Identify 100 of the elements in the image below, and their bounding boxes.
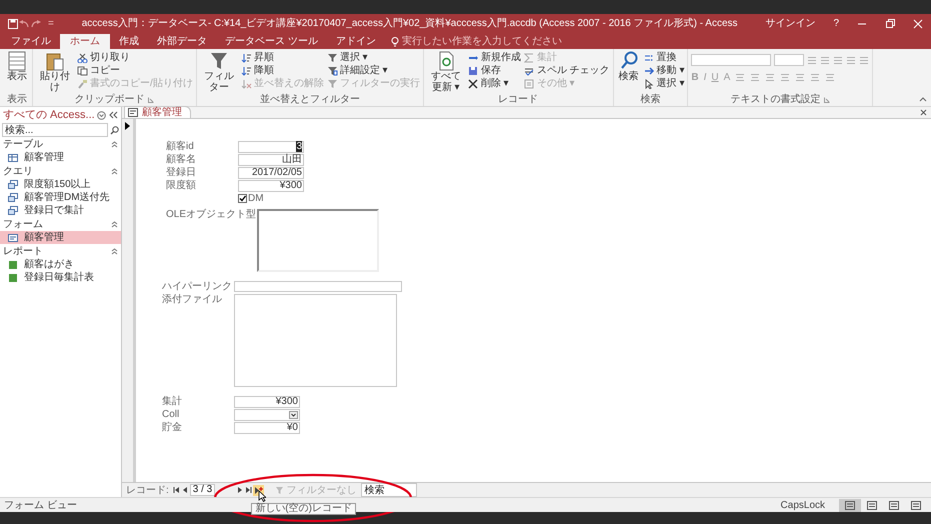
group-label: クリップボード [74,95,144,105]
ribbon-button[interactable]: すべて更新 ▾ [426,51,465,93]
ribbon-tab[interactable]: アドイン [326,34,385,49]
ribbon-button[interactable]: 選択 ▾ [644,77,684,90]
nav-item[interactable]: 登録日毎集計表 [0,271,121,284]
highlighter-icon[interactable] [735,73,746,82]
ribbon-tab[interactable]: 作成 [110,34,148,49]
field-label: ハイパーリンク [162,281,233,293]
ole-object-frame[interactable] [257,209,380,272]
text-field[interactable]: ¥300 [234,396,300,408]
text-field[interactable]: 2017/02/05 [238,167,304,179]
ribbon-button[interactable]: 検索 [616,51,641,82]
sign-in-link[interactable]: サインイン [765,16,816,31]
lightbulb-icon [390,36,399,46]
customize-button[interactable]: = [48,16,54,31]
gridlines-icon[interactable] [825,73,836,82]
field-label: 集計 [162,396,183,408]
ribbon-tab[interactable]: ファイル [2,34,60,49]
align-right-icon[interactable] [795,73,806,82]
collapse-ribbon-icon[interactable] [919,96,927,102]
layout-view-icon [889,500,899,510]
redo-icon[interactable] [30,18,42,28]
ribbon-tab[interactable]: ホーム [60,34,110,49]
text-field[interactable]: 山田 [238,154,304,166]
dialog-launcher-icon[interactable] [148,97,154,103]
group-label: 検索 [640,95,660,105]
record-position-field[interactable]: 3 / 3 [190,484,216,496]
datasheet-view-icon [867,500,877,510]
ribbon-button[interactable]: 移動 ▾ [644,64,684,77]
dialog-launcher-icon[interactable] [824,97,830,103]
ribbon-button[interactable]: スペル チェック [524,64,610,77]
ribbon-button[interactable]: 選択 ▾ [326,51,420,64]
ribbon-button[interactable]: 貼り付け [36,51,74,93]
ribbon-button[interactable]: 昇順 [240,51,324,64]
dropdown-circle-icon[interactable] [96,110,106,120]
ribbon-button[interactable]: 切り取り [77,51,193,64]
double-chevron-up-icon[interactable] [111,141,118,148]
funnel-icon [275,486,284,494]
nav-section-header[interactable]: フォーム [3,217,43,232]
tell-me-field[interactable]: 実行したい作業を入力してください [402,34,572,48]
combo-box[interactable] [234,409,300,421]
sort-icon [240,66,252,76]
double-chevron-up-icon[interactable] [111,221,118,228]
funnel-icon [210,51,228,71]
ribbon-button[interactable]: 表示 [5,51,29,82]
nav-item[interactable]: 顧客管理 [0,231,121,244]
text-field[interactable]: ¥300 [238,180,304,192]
form-view-icon [845,500,855,510]
delete-icon [468,78,479,88]
align-left-icon[interactable] [765,73,776,82]
hyperlink-field[interactable] [234,281,402,292]
nav-item[interactable]: 顧客はがき [0,258,121,271]
paragraph-direction-icon[interactable] [859,56,870,64]
ribbon-button[interactable]: コピー [77,64,193,77]
nav-item[interactable]: 限度額150以上 [0,178,121,191]
indent-increase-icon[interactable] [846,56,856,64]
ribbon-button[interactable]: 詳細設定 ▾ [326,64,420,77]
numbered-list-icon[interactable] [820,56,830,64]
ribbon-button[interactable]: 降順 [240,64,324,77]
nav-search-field[interactable]: 検索... [2,123,108,137]
nav-item[interactable]: 登録日で集計 [0,204,121,217]
ribbon-button[interactable]: 保存 [468,64,521,77]
record-selector-icon [125,122,130,130]
checkbox[interactable] [238,194,247,203]
tooltip: 新しい(空の)レコード [251,502,356,514]
shading-icon[interactable] [810,73,820,82]
nav-section-header[interactable]: クエリ [3,164,33,179]
record-search-field[interactable]: 検索 [361,483,418,497]
nav-item[interactable]: 顧客管理DM送付先 [0,191,121,204]
arrow-icon [644,66,655,76]
attachment-field[interactable] [234,294,397,387]
align-center-icon[interactable] [780,73,790,82]
indent-decrease-icon[interactable] [833,56,844,64]
search-icon [110,126,119,134]
ribbon-button[interactable]: 置換 [644,51,684,64]
ribbon-button[interactable]: 削除 ▾ [468,77,521,90]
restore-icon[interactable] [885,18,895,28]
nav-section-header[interactable]: テーブル [3,137,43,152]
ribbon-tab[interactable]: データベース ツール [216,34,327,49]
nav-section-header[interactable]: レポート [3,244,43,259]
ribbon-button[interactable]: フィルター [200,51,238,93]
text-field[interactable]: 3 [238,141,304,153]
undo-icon[interactable] [18,18,30,28]
help-button[interactable]: ? [833,16,839,31]
close-icon[interactable] [920,109,927,116]
ribbon-button[interactable]: 新規作成 [468,51,521,64]
text-field[interactable]: ¥0 [234,422,300,434]
paint-bucket-icon[interactable] [750,73,760,82]
ribbon-tab[interactable]: 外部データ [148,34,216,49]
view-button[interactable] [839,498,861,512]
group-label: 表示 [7,95,27,105]
table-icon [8,152,18,162]
collapse-pane-icon[interactable] [108,111,118,119]
field-label: 登録日 [166,167,197,179]
double-chevron-up-icon[interactable] [111,168,118,175]
save-icon[interactable] [8,18,18,28]
double-chevron-up-icon[interactable] [111,248,118,255]
bullet-list-icon[interactable] [807,56,818,64]
nav-item[interactable]: 顧客管理 [0,151,121,164]
document-tab[interactable]: 顧客管理 [124,106,191,118]
